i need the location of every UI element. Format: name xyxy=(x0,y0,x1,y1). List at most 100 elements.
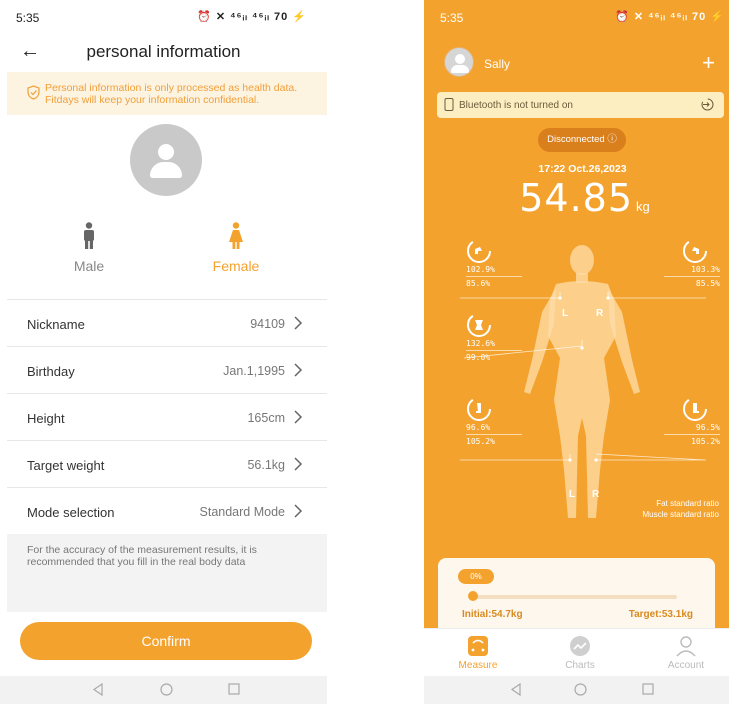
right-arm-muscle-value: 85.5% xyxy=(695,279,720,288)
nav-home-icon[interactable] xyxy=(160,683,173,696)
left-leg-segment[interactable]: 96.6% 105.2% xyxy=(466,396,522,447)
status-time: 5:35 xyxy=(16,11,40,25)
height-row[interactable]: Height 165cm xyxy=(7,393,327,440)
gender-female-option[interactable]: Female xyxy=(196,222,276,274)
mode-selection-row[interactable]: Mode selection Standard Mode xyxy=(7,487,327,534)
bottom-tab-bar: Measure Charts Account xyxy=(424,628,729,676)
avatar xyxy=(444,47,474,77)
upper-left-side-label: L xyxy=(562,308,569,319)
row-label: Nickname xyxy=(27,317,85,332)
male-figure-icon xyxy=(84,222,94,249)
chevron-right-icon xyxy=(294,363,303,377)
birthday-row[interactable]: Birthday Jan.1,1995 xyxy=(7,346,327,393)
muscle-standard-ratio-label: Muscle standard ratio xyxy=(642,510,719,519)
tab-measure[interactable]: Measure xyxy=(438,635,518,671)
nav-recents-icon[interactable] xyxy=(642,683,654,695)
goal-progress-percent: 0% xyxy=(458,569,494,584)
left-arm-fat-value: 102.9% xyxy=(466,265,495,274)
upper-right-side-label: R xyxy=(596,308,604,319)
row-value: Standard Mode xyxy=(199,505,285,519)
weight-goal-card[interactable]: 0% Initial:54.7kg Target:53.1kg xyxy=(438,558,715,638)
row-label: Height xyxy=(27,411,65,426)
accuracy-tip: For the accuracy of the measurement resu… xyxy=(7,534,327,612)
user-name: Sally xyxy=(484,57,511,71)
add-icon[interactable]: + xyxy=(702,50,715,76)
nickname-row[interactable]: Nickname 94109 xyxy=(7,299,327,346)
status-icons: ⏰ ✕ ⁴⁶ᵢₗ ⁴⁶ᵢₗ 70 ⚡ xyxy=(197,11,307,23)
status-bar: 5:35 ⏰ ✕ ⁴⁶ᵢₗ ⁴⁶ᵢₗ 70 ⚡ xyxy=(0,0,327,32)
initial-weight: Initial:54.7kg xyxy=(462,609,523,620)
left-leg-fat-value: 96.6% xyxy=(466,423,491,432)
charts-icon xyxy=(570,636,590,656)
profile-fields-list: Nickname 94109 Birthday Jan.1,1995 Heigh… xyxy=(7,299,327,534)
row-label: Birthday xyxy=(27,364,75,379)
status-bar: 5:35 ⏰ ✕ ⁴⁶ᵢₗ ⁴⁶ᵢₗ 70 ⚡ xyxy=(424,0,729,32)
confirm-button[interactable]: Confirm xyxy=(20,622,312,660)
goal-progress-track xyxy=(474,595,677,599)
connection-status-badge[interactable]: Disconnected ⓘ xyxy=(538,128,626,152)
enter-arrow-icon xyxy=(701,98,714,111)
scale-icon xyxy=(468,636,488,656)
left-arm-muscle-value: 85.6% xyxy=(466,279,491,288)
gender-male-option[interactable]: Male xyxy=(49,222,129,274)
system-nav-bar xyxy=(424,676,729,704)
left-arm-icon xyxy=(467,239,491,263)
tab-account-label: Account xyxy=(667,660,705,671)
measurement-time: 17:22 Oct.26,2023 xyxy=(538,163,627,175)
person-icon xyxy=(676,636,696,657)
privacy-notice: Personal information is only processed a… xyxy=(7,72,327,115)
trunk-fat-value: 132.6% xyxy=(466,339,495,348)
target-weight-row[interactable]: Target weight 56.1kg xyxy=(7,440,327,487)
right-leg-segment[interactable]: 96.5% 105.2% xyxy=(664,396,720,447)
row-value: Jan.1,1995 xyxy=(223,364,285,378)
right-arm-icon xyxy=(683,239,707,263)
right-arm-fat-value: 103.3% xyxy=(691,265,720,274)
right-leg-muscle-value: 105.2% xyxy=(691,437,720,446)
gender-female-label: Female xyxy=(212,258,260,274)
tab-charts[interactable]: Charts xyxy=(540,635,620,671)
privacy-notice-text: Personal information is only processed a… xyxy=(45,82,298,106)
nav-back-icon[interactable] xyxy=(510,683,522,696)
tab-measure-label: Measure xyxy=(458,660,498,671)
bluetooth-notice-bar[interactable]: Bluetooth is not turned on xyxy=(437,92,724,118)
status-time: 5:35 xyxy=(440,11,464,25)
row-label: Target weight xyxy=(27,458,105,473)
goal-progress-marker xyxy=(468,591,478,601)
shield-check-icon xyxy=(27,85,40,100)
status-icons: ⏰ ✕ ⁴⁶ᵢₗ ⁴⁶ᵢₗ 70 ⚡ xyxy=(615,11,725,23)
left-leg-icon xyxy=(467,397,491,421)
top-bar: ← personal information xyxy=(0,32,327,74)
lower-right-side-label: R xyxy=(592,489,600,500)
row-value: 56.1kg xyxy=(247,458,285,472)
trunk-muscle-value: 99.0% xyxy=(466,353,491,362)
gender-male-label: Male xyxy=(73,258,105,274)
bluetooth-notice-text: Bluetooth is not turned on xyxy=(459,100,573,111)
page-title: personal information xyxy=(86,42,241,61)
nav-recents-icon[interactable] xyxy=(228,683,240,695)
left-arm-segment[interactable]: 102.9% 85.6% xyxy=(466,238,522,289)
chevron-right-icon xyxy=(294,316,303,330)
chevron-right-icon xyxy=(294,504,303,518)
weight-display: 54.85 kg xyxy=(424,176,729,220)
chevron-right-icon xyxy=(294,457,303,471)
right-leg-fat-value: 96.5% xyxy=(695,423,720,432)
trunk-segment[interactable]: 132.6% 99.0% xyxy=(466,312,522,363)
phone-icon xyxy=(444,98,454,111)
ratio-legend: Fat standard ratio Muscle standard ratio xyxy=(643,498,719,520)
profile-avatar[interactable] xyxy=(130,124,202,196)
weight-value: 54.85 xyxy=(519,176,634,220)
measure-screen: 5:35 ⏰ ✕ ⁴⁶ᵢₗ ⁴⁶ᵢₗ 70 ⚡ Sally + Bluetoot… xyxy=(424,0,729,704)
fat-standard-ratio-label: Fat standard ratio xyxy=(656,499,719,508)
row-label: Mode selection xyxy=(27,505,115,520)
system-nav-bar xyxy=(0,676,327,704)
weight-unit: kg xyxy=(636,199,650,214)
target-weight: Target:53.1kg xyxy=(628,609,693,620)
female-figure-icon xyxy=(229,222,243,249)
tab-account[interactable]: Account xyxy=(646,635,726,671)
right-arm-segment[interactable]: 103.3% 85.5% xyxy=(664,238,720,289)
lower-left-side-label: L xyxy=(569,489,576,500)
nav-back-icon[interactable] xyxy=(92,683,104,696)
nav-home-icon[interactable] xyxy=(574,683,587,696)
left-leg-muscle-value: 105.2% xyxy=(466,437,495,446)
row-value: 94109 xyxy=(250,317,285,331)
